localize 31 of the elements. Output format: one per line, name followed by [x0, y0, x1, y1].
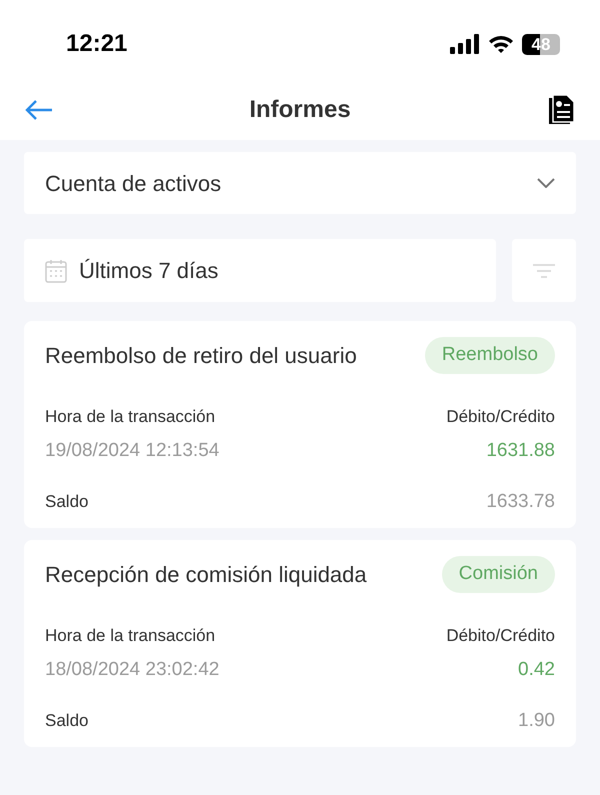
signal-icon [450, 34, 480, 54]
balance-label: Saldo [45, 491, 88, 513]
back-arrow-icon [24, 99, 54, 121]
chevron-down-icon [537, 178, 555, 188]
balance-value: 1.90 [518, 708, 555, 732]
transaction-card[interactable]: Recepción de comisión liquidada Comisión Hora de la transacción Débito/Crédito 18/08/2024 23:02:42 0.42 Saldo 1.90 [24, 540, 576, 747]
amount-label: Débito/Crédito [446, 624, 555, 646]
status-time: 12:21 [66, 29, 128, 59]
date-range-value: Últimos 7 días [79, 257, 218, 285]
amount-label: Débito/Crédito [446, 406, 555, 428]
transaction-title: Recepción de comisión liquidada [45, 560, 367, 589]
transaction-tag: Comisión [442, 556, 555, 592]
time-label: Hora de la transacción [45, 624, 216, 646]
page-title: Informes [249, 95, 351, 125]
balance-label: Saldo [45, 710, 88, 732]
transaction-time: 18/08/2024 23:02:42 [45, 658, 220, 682]
account-select[interactable]: Cuenta de activos [24, 152, 576, 214]
date-range-field[interactable]: Últimos 7 días [24, 239, 496, 302]
transaction-card[interactable]: Reembolso de retiro del usuario Reembolso Hora de la transacción Débito/Crédito 19/08/2024 12:13:54 1631.88 Saldo 1633.78 [24, 321, 576, 528]
transaction-tag: Reembolso [424, 337, 555, 374]
transaction-amount: 0.42 [518, 658, 555, 682]
account-select-value: Cuenta de activos [45, 170, 222, 198]
filter-icon [533, 264, 555, 278]
back-button[interactable] [24, 99, 54, 121]
transaction-title: Reembolso de retiro del usuario [45, 342, 357, 370]
wifi-icon [488, 34, 514, 54]
calendar-icon [45, 258, 67, 282]
time-label: Hora de la transacción [45, 406, 216, 428]
transaction-amount: 1631.88 [486, 439, 555, 463]
transaction-time: 19/08/2024 12:13:54 [45, 439, 220, 463]
balance-value: 1633.78 [486, 490, 555, 514]
